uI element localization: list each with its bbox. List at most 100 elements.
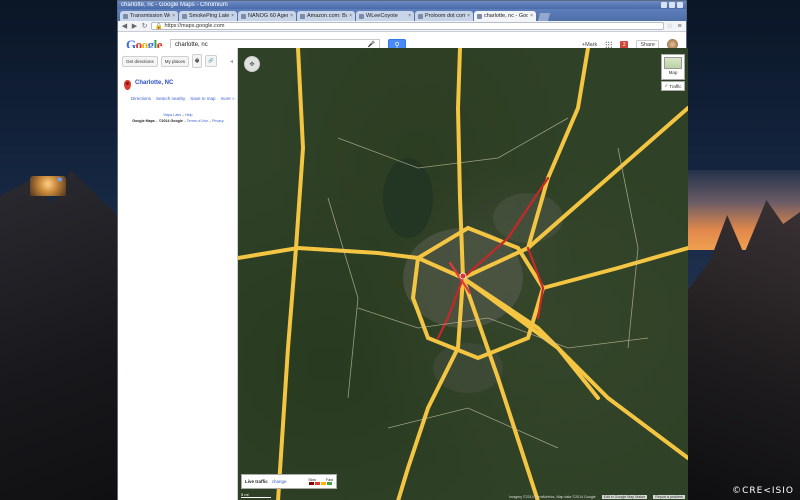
help-link[interactable]: Help xyxy=(185,113,192,117)
tab-close-icon[interactable]: × xyxy=(467,13,470,19)
address-bar[interactable]: 🔒 https://maps.google.com xyxy=(151,22,664,30)
legend-color-swatch xyxy=(309,482,315,485)
tab-close-icon[interactable]: × xyxy=(231,13,234,19)
result-title[interactable]: Charlotte, NC xyxy=(135,80,173,90)
traffic-toggle-label: Traffic xyxy=(669,83,682,89)
link-icon[interactable]: 🔗 xyxy=(205,55,217,67)
downtown-marker[interactable] xyxy=(459,272,467,280)
tab-label: Transmission Web Inter xyxy=(130,13,170,19)
traffic-toggle[interactable]: ✓ Traffic xyxy=(661,81,685,91)
copyright-label: ©2014 Google xyxy=(158,119,183,123)
search-input-value: charlotte, nc xyxy=(175,41,208,48)
tab-close-icon[interactable]: × xyxy=(530,13,533,19)
highway-east xyxy=(541,246,688,290)
legend-color-bars xyxy=(309,482,333,485)
highway-west xyxy=(276,48,306,500)
browser-window: charlotte, nc - Google Maps - Chromium T… xyxy=(117,0,688,500)
map-thumbnail xyxy=(664,57,682,69)
wallpaper-flag-icon: ⚑ xyxy=(56,176,64,185)
apps-grid-icon[interactable] xyxy=(605,41,613,48)
wallpaper-cliff-left xyxy=(0,170,118,500)
microphone-icon[interactable]: 🎤 xyxy=(368,41,375,48)
tab-1[interactable]: SmokePing Latency Pa× xyxy=(179,11,237,21)
imagery-credit: Imagery ©2014 TerraMetrics, Map data ©20… xyxy=(509,495,596,499)
checkbox-icon: ✓ xyxy=(664,83,669,88)
panel-buttons: Get directions My places 🖶 🔗 ◂ xyxy=(118,48,237,68)
back-arrow-icon[interactable]: ◀ xyxy=(121,22,128,30)
lake-norman-area xyxy=(383,158,433,238)
tab-3[interactable]: Amazon.com: Balance× xyxy=(297,11,355,21)
address-url: https://maps.google.com xyxy=(164,23,225,29)
window-controls xyxy=(661,2,683,8)
favicon-icon xyxy=(182,13,187,19)
map-layer-button[interactable]: Map xyxy=(661,54,685,80)
close-window-button[interactable] xyxy=(677,2,683,8)
map-roads-layer xyxy=(238,48,688,500)
new-tab-button[interactable] xyxy=(537,13,551,21)
print-icon[interactable]: 🖶 xyxy=(192,54,203,68)
left-panel: Get directions My places 🖶 🔗 ◂ Charlotte… xyxy=(118,48,238,500)
map-pin-icon xyxy=(124,80,131,90)
tab-label: Proloom dot com: Unc xyxy=(425,13,466,19)
favicon-icon xyxy=(123,13,128,19)
tab-label: WLeeCoyote xyxy=(366,13,398,19)
tab-5[interactable]: Proloom dot com: Unc× xyxy=(415,11,473,21)
map-canvas[interactable]: ✥ Map ✓ Traffic Live traffic change Slow… xyxy=(238,48,688,500)
tab-strip: Transmission Web Inter×SmokePing Latency… xyxy=(118,9,686,21)
lock-icon: 🔒 xyxy=(155,23,163,30)
tab-close-icon[interactable]: × xyxy=(290,13,293,19)
tab-close-icon[interactable]: × xyxy=(408,13,411,19)
browser-toolbar: ◀ ▶ ↻ 🔒 https://maps.google.com ☆ ≡ xyxy=(118,21,686,32)
minimize-button[interactable] xyxy=(661,2,667,8)
favicon-icon xyxy=(359,13,364,19)
my-places-button[interactable]: My places xyxy=(160,55,190,67)
window-titlebar[interactable]: charlotte, nc - Google Maps - Chromium xyxy=(118,1,686,9)
edit-map-maker-link[interactable]: Edit in Google Map Maker xyxy=(601,495,648,499)
user-link[interactable]: +Mark xyxy=(582,42,597,48)
window-title: charlotte, nc - Google Maps - Chromium xyxy=(121,2,228,8)
google-maps-label: Google Maps xyxy=(132,119,155,123)
legend-title: Live traffic xyxy=(245,479,268,484)
compass-icon: ✥ xyxy=(249,61,255,68)
tab-close-icon[interactable]: × xyxy=(349,13,352,19)
get-directions-button[interactable]: Get directions xyxy=(122,55,158,67)
tab-label: Amazon.com: Balance xyxy=(307,13,347,19)
search-nearby-link[interactable]: Search nearby xyxy=(156,96,185,101)
tab-2[interactable]: NANOG 60 Agenda | N× xyxy=(238,11,296,21)
directions-link[interactable]: Directions xyxy=(131,96,151,101)
favicon-icon xyxy=(477,13,482,19)
urban-area-northeast xyxy=(493,193,563,243)
reload-icon[interactable]: ↻ xyxy=(141,22,148,30)
legend-change-link[interactable]: change xyxy=(272,479,287,484)
terms-link[interactable]: Terms of Use xyxy=(187,119,208,123)
privacy-link[interactable]: Privacy xyxy=(212,119,224,123)
map-attribution: Imagery ©2014 TerraMetrics, Map data ©20… xyxy=(509,495,685,499)
legend-color-swatch xyxy=(327,482,333,485)
maps-labs-link[interactable]: Maps Labs xyxy=(164,113,182,117)
traffic-legend: Live traffic change Slow Fast xyxy=(241,474,337,489)
forward-arrow-icon[interactable]: ▶ xyxy=(131,22,138,30)
save-to-map-link[interactable]: Save to map xyxy=(190,96,215,101)
menu-icon[interactable]: ≡ xyxy=(676,23,683,30)
tab-4[interactable]: WLeeCoyote × xyxy=(356,11,414,21)
maximize-button[interactable] xyxy=(669,2,675,8)
result-links: Directions Search nearby Save to map mor… xyxy=(118,90,237,101)
tab-label: charlotte, nc - Google xyxy=(484,13,529,19)
pan-control[interactable]: ✥ xyxy=(244,56,260,72)
report-problem-link[interactable]: Report a problem xyxy=(653,495,685,499)
wallpaper-watermark: ©CRE<ISIO xyxy=(732,486,794,496)
legend-color-swatch xyxy=(315,482,321,485)
favicon-icon xyxy=(241,13,246,19)
tab-0[interactable]: Transmission Web Inter× xyxy=(120,11,178,21)
favicon-icon xyxy=(300,13,305,19)
tab-close-icon[interactable]: × xyxy=(172,13,175,19)
scale-bar: 5 mi xyxy=(241,492,271,498)
collapse-panel-icon[interactable]: ◂ xyxy=(230,58,233,65)
more-link[interactable]: more » xyxy=(221,96,235,101)
map-layer-label: Map xyxy=(668,70,678,75)
legend-color-swatch xyxy=(321,482,327,485)
favicon-icon xyxy=(418,13,423,19)
tab-6[interactable]: charlotte, nc - Google× xyxy=(474,11,536,21)
bookmark-star-icon[interactable]: ☆ xyxy=(667,22,673,30)
search-result[interactable]: Charlotte, NC xyxy=(118,68,237,90)
